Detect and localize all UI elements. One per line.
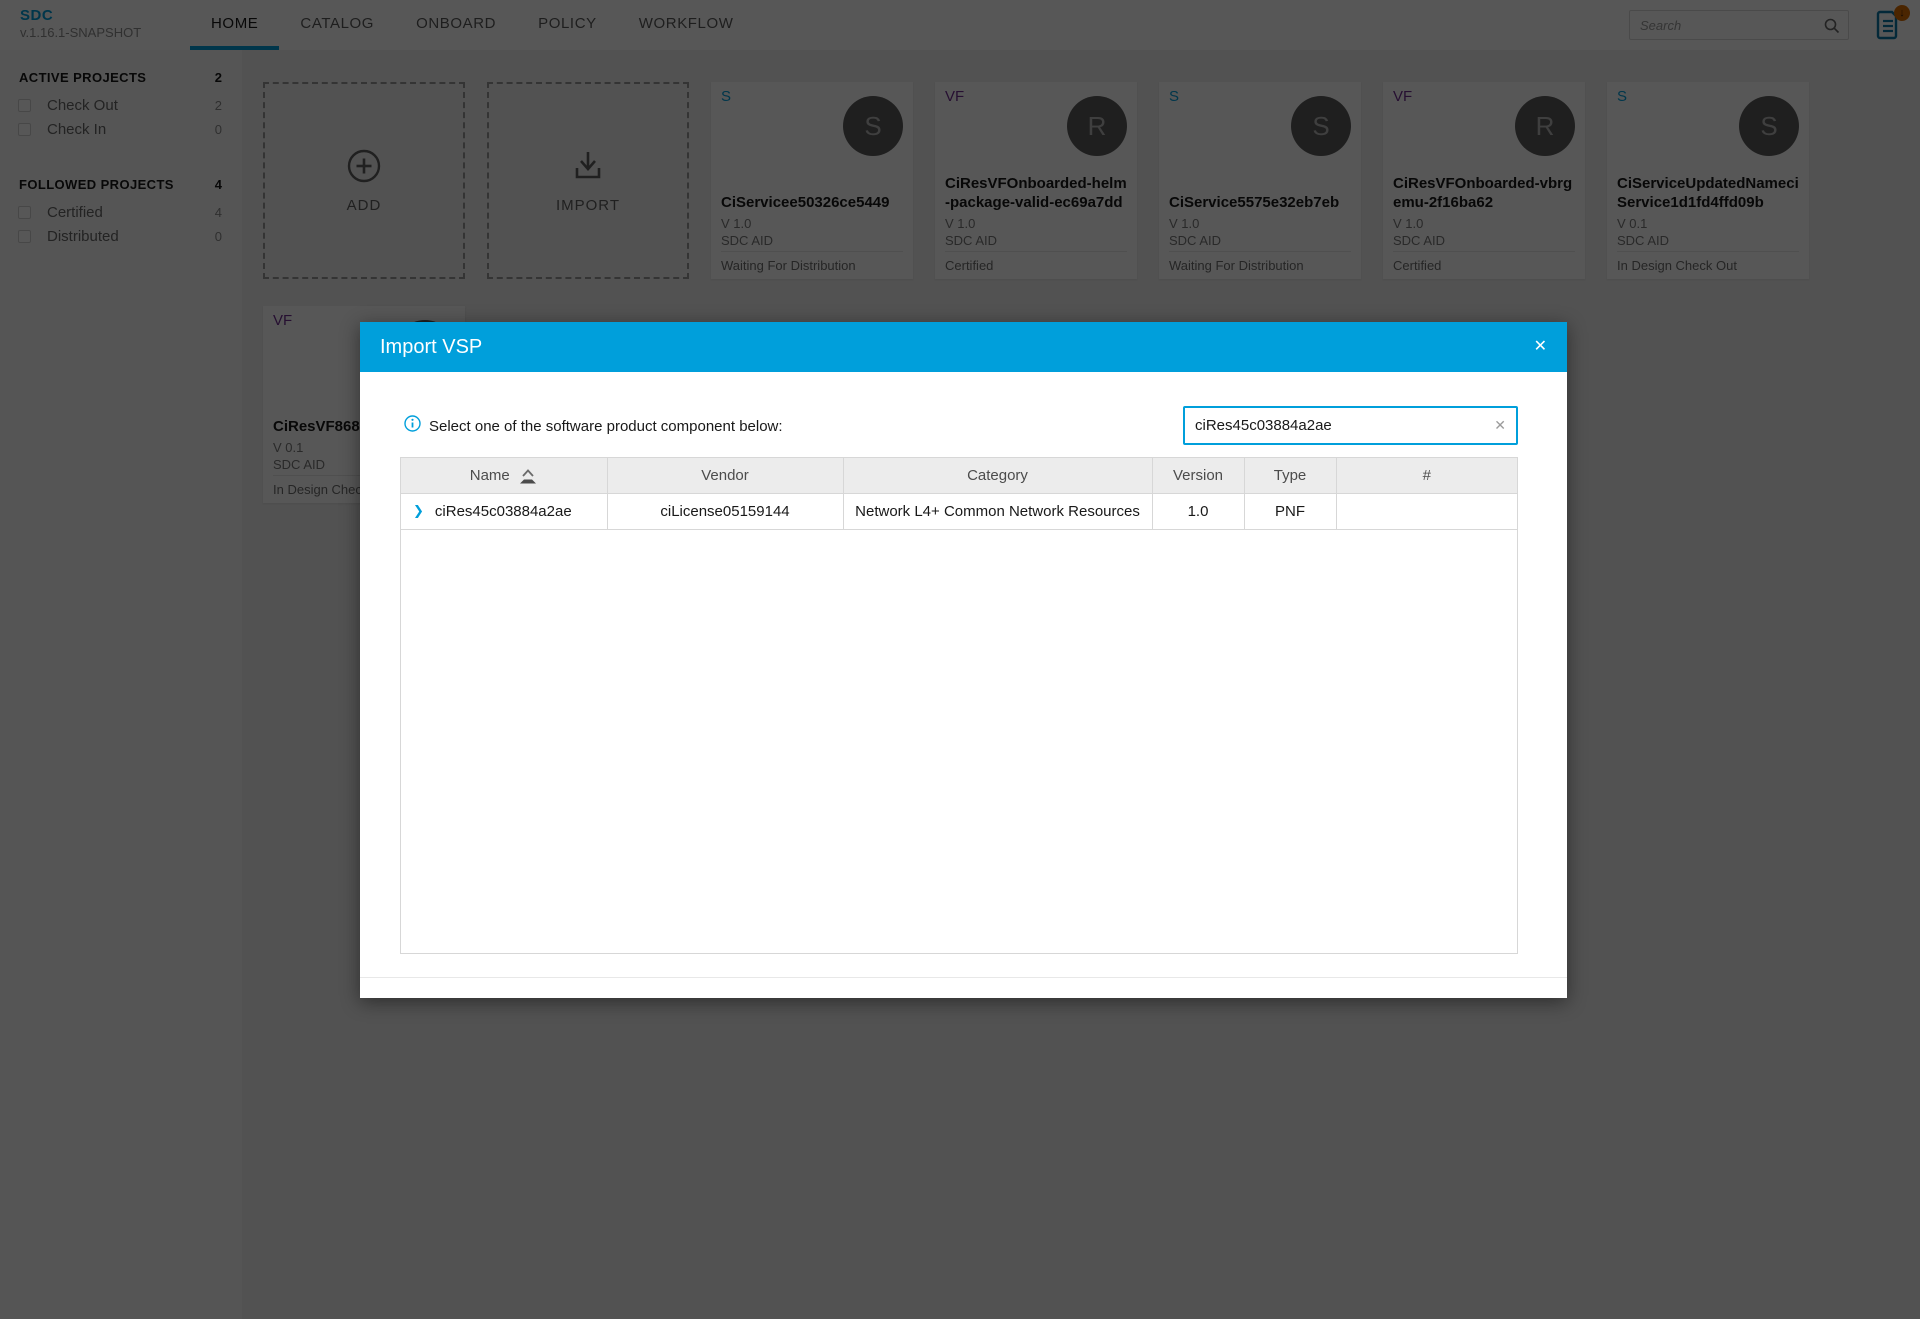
modal-title: Import VSP [380, 336, 482, 359]
sort-ascending-icon [518, 468, 538, 484]
vsp-filter-input[interactable] [1195, 408, 1485, 443]
instruction-text: Select one of the software product compo… [429, 418, 783, 435]
sdc-application: SDC v.1.16.1-SNAPSHOT HOME CATALOG ONBOA… [0, 0, 1920, 1319]
expand-chevron-icon[interactable]: ❯ [413, 503, 424, 519]
column-header-hash[interactable]: # [1336, 458, 1517, 493]
cell-vendor: ciLicense05159144 [607, 493, 843, 529]
column-header-type[interactable]: Type [1244, 458, 1336, 493]
close-icon[interactable]: ✕ [1534, 339, 1547, 355]
cell-version: 1.0 [1152, 493, 1244, 529]
column-label: Name [470, 467, 510, 484]
vsp-filter: ✕ [1183, 406, 1518, 445]
modal-header: Import VSP ✕ [360, 322, 1567, 372]
import-vsp-modal: Import VSP ✕ Select one of the software … [360, 322, 1567, 998]
column-header-category[interactable]: Category [843, 458, 1152, 493]
table-row[interactable]: ❯ ciRes45c03884a2ae ciLicense05159144 Ne… [401, 493, 1517, 529]
cell-hash [1336, 493, 1517, 529]
column-header-name[interactable]: Name [401, 458, 607, 493]
clear-filter-icon[interactable]: ✕ [1494, 417, 1506, 434]
cell-category: Network L4+ Common Network Resources [843, 493, 1152, 529]
table-header-row: Name Vendor Category Version Type # [401, 458, 1517, 493]
vsp-table: Name Vendor Category Version Type # [401, 458, 1517, 530]
column-header-version[interactable]: Version [1152, 458, 1244, 493]
cell-type: PNF [1244, 493, 1336, 529]
cell-name: ciRes45c03884a2ae [435, 503, 572, 520]
vsp-table-container: Name Vendor Category Version Type # [400, 457, 1518, 954]
info-icon [404, 415, 421, 437]
modal-instruction: Select one of the software product compo… [404, 415, 783, 437]
column-header-vendor[interactable]: Vendor [607, 458, 843, 493]
modal-footer [360, 977, 1567, 998]
